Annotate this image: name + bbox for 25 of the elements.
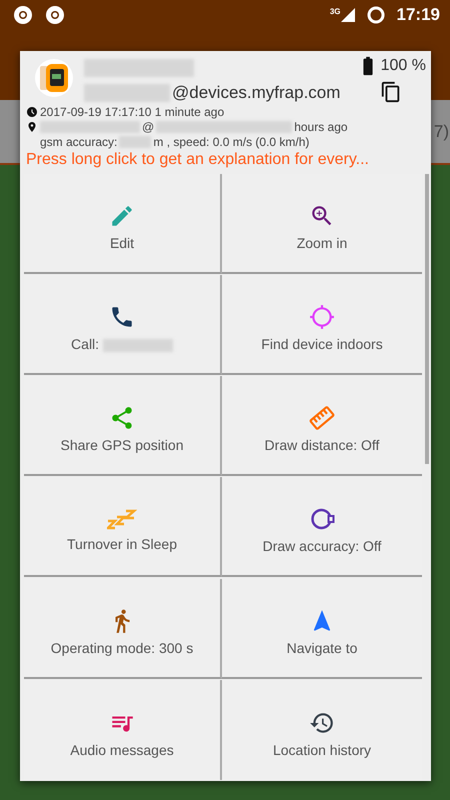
- action-button[interactable]: Share GPS position: [24, 376, 222, 476]
- browser-icon: [13, 5, 33, 25]
- redacted-text: [119, 136, 152, 148]
- last-seen: 2017-09-19 17:17:10 1 minute ago: [40, 105, 224, 119]
- hint-text: Press long click to get an explanation for every...: [25, 150, 370, 169]
- location-pin-icon: [26, 121, 38, 133]
- counter: 7): [434, 122, 449, 142]
- gsm-speed: m , speed: 0.0 m/s (0.0 km/h): [153, 135, 310, 149]
- network-type: 3G: [330, 7, 341, 16]
- gsm-label: gsm accuracy:: [40, 135, 118, 149]
- watch-icon: [34, 58, 74, 98]
- loading-ring-icon: [366, 6, 385, 24]
- action-button[interactable]: Turnover in Sleep: [24, 477, 222, 578]
- action-button[interactable]: Operating mode: 300 s: [24, 578, 222, 679]
- browser-icon: [45, 5, 65, 25]
- battery-level: 100 %: [380, 57, 426, 75]
- clock-icon: [26, 106, 38, 118]
- action-button[interactable]: Call:: [24, 275, 222, 376]
- at-sign: @: [142, 120, 154, 134]
- device-email: @devices.myfrap.com: [172, 83, 340, 103]
- action-button[interactable]: Edit: [24, 174, 222, 274]
- position-age: hours ago: [294, 120, 348, 134]
- signal-icon: [340, 8, 355, 22]
- clock: 17:19: [396, 5, 440, 25]
- copy-button[interactable]: [380, 81, 402, 103]
